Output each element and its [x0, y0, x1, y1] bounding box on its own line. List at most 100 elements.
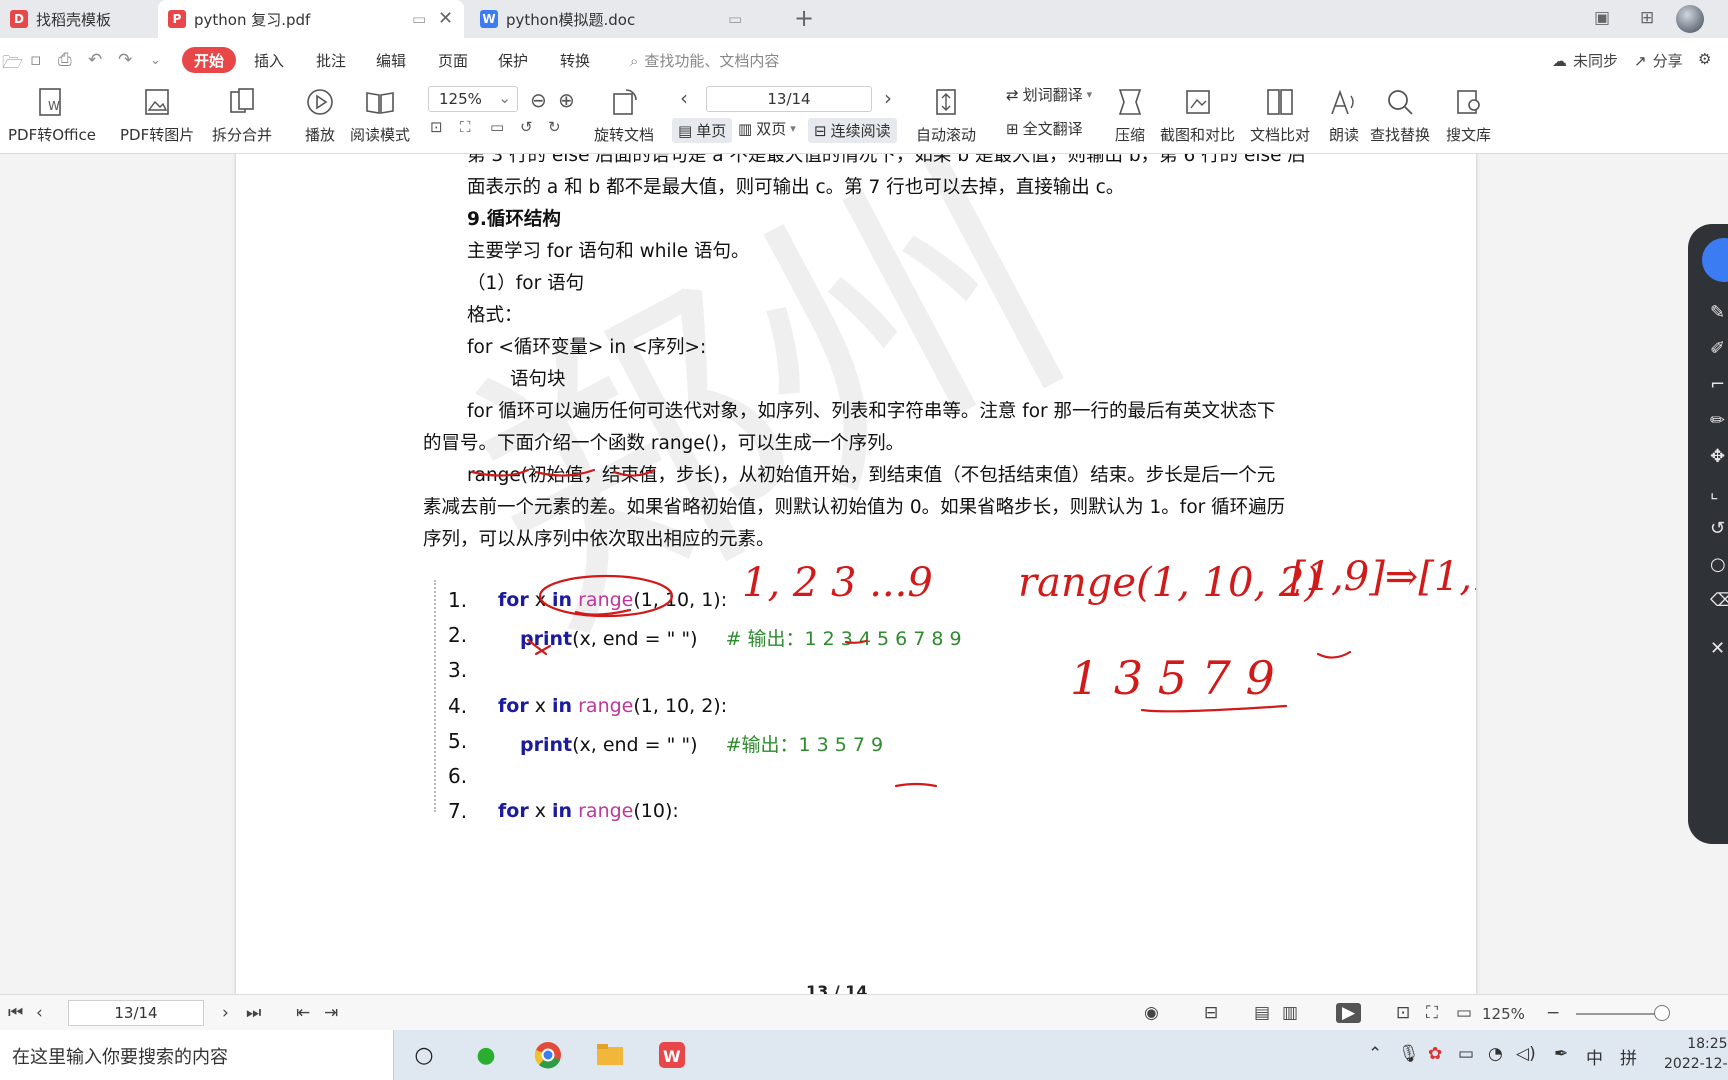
file-explorer-icon[interactable] — [592, 1038, 628, 1072]
double-page-button[interactable]: ▥ 双页 ▾ — [738, 118, 796, 139]
ime-mode[interactable]: 拼 — [1620, 1044, 1637, 1069]
fit-width-icon[interactable]: ▭ — [1456, 1003, 1472, 1023]
wps-icon[interactable]: W — [654, 1038, 690, 1072]
page-input[interactable]: 13/14 — [706, 86, 872, 112]
play-button[interactable]: 播放 — [302, 84, 338, 145]
pen-icon[interactable]: ✐ — [1710, 338, 1725, 359]
open-icon[interactable]: 🗁 — [2, 50, 23, 79]
actual-size-icon[interactable]: ⊡ — [430, 118, 443, 136]
print-icon[interactable]: ⎙ — [58, 50, 72, 70]
avatar[interactable] — [1676, 5, 1704, 33]
zoom-level[interactable]: 125% — [1482, 1005, 1525, 1023]
last-page-icon[interactable]: ⏭ — [246, 1003, 261, 1023]
circle-icon[interactable]: ○ — [1710, 554, 1726, 575]
status-page-input[interactable]: 13/14 — [68, 1000, 204, 1026]
tab-python-pdf[interactable]: P python 复习.pdf ▭ ✕ — [158, 0, 464, 38]
pdf-to-image-button[interactable]: PDF转图片 — [120, 84, 194, 145]
prev-page-icon[interactable]: ‹ — [680, 86, 688, 110]
single-page-button[interactable]: ▤ 单页 — [672, 118, 733, 143]
layout-icon[interactable]: ▣ — [1594, 8, 1610, 28]
menu-convert[interactable]: 转换 — [560, 50, 590, 71]
single-page-icon[interactable]: ▤ — [1254, 1003, 1270, 1023]
crop-icon[interactable]: ⌐ — [1710, 374, 1725, 395]
move-icon[interactable]: ✥ — [1710, 446, 1725, 467]
pen-tray-icon[interactable]: ✒ — [1554, 1044, 1568, 1064]
zoom-in-icon[interactable]: ⊕ — [558, 88, 575, 112]
highlight-icon[interactable]: ✏ — [1710, 410, 1725, 431]
battery-icon[interactable]: ▭ — [1458, 1044, 1474, 1064]
split-merge-button[interactable]: 拆分合并 — [212, 84, 272, 145]
collapse-button[interactable] — [1702, 238, 1728, 282]
eye-icon[interactable]: ◉ — [1144, 1003, 1159, 1023]
task-view-icon[interactable]: ○ — [406, 1038, 442, 1072]
actual-size-icon[interactable]: ⊡ — [1396, 1003, 1410, 1023]
zoom-select[interactable]: 125% ⌄ — [428, 86, 518, 112]
microphone-icon[interactable]: 🎙 — [1398, 1044, 1420, 1064]
menu-start[interactable]: 开始 — [182, 47, 236, 73]
save-icon[interactable]: ▫ — [30, 50, 42, 70]
find-replace-button[interactable]: 查找替换 — [1370, 84, 1430, 145]
window-icon[interactable]: ▭ — [412, 10, 426, 28]
redo-icon[interactable]: ↷ — [118, 50, 132, 70]
word-translate-button[interactable]: ⇄ 划词翻译 ▾ — [1006, 84, 1092, 105]
chevron-up-icon[interactable]: ⌃ — [1368, 1044, 1382, 1064]
zoom-out-icon[interactable]: ⊖ — [530, 88, 547, 112]
tab-template[interactable]: D 找稻壳模板 — [0, 0, 154, 38]
undo-icon[interactable]: ↺ — [1710, 518, 1725, 539]
double-page-icon[interactable]: ▥ — [1282, 1003, 1298, 1023]
menu-comment[interactable]: 批注 — [316, 50, 346, 71]
rotate-left-icon[interactable]: ↺ — [520, 118, 533, 136]
select-icon[interactable]: ⌞ — [1710, 482, 1718, 503]
fit-page-icon[interactable]: ⛶ — [1426, 1003, 1438, 1023]
forward-icon[interactable]: ⇥ — [324, 1003, 338, 1023]
close-tab-icon[interactable]: ✕ — [438, 8, 453, 29]
compress-button[interactable]: 压缩 — [1112, 84, 1148, 145]
doc-library-button[interactable]: 搜文库 — [1446, 84, 1491, 145]
zoom-slider[interactable] — [1576, 1013, 1666, 1015]
rotate-doc-button[interactable]: 旋转文档 — [594, 84, 654, 145]
doc-compare-button[interactable]: 文档比对 — [1250, 84, 1310, 145]
app-tray-icon[interactable]: ✿ — [1428, 1044, 1442, 1064]
continuous-read-button[interactable]: ⊟ 连续阅读 — [808, 118, 897, 143]
wechat-icon[interactable]: ● — [468, 1038, 504, 1072]
os-search-input[interactable]: 在这里输入你要搜索的内容 — [0, 1030, 394, 1080]
menu-page[interactable]: 页面 — [438, 50, 468, 71]
settings-icon[interactable]: ⚙ — [1698, 50, 1711, 68]
ime-language[interactable]: 中 — [1586, 1044, 1603, 1069]
new-tab-icon[interactable]: + — [794, 4, 814, 32]
next-page-icon[interactable]: › — [222, 1003, 229, 1023]
grid-icon[interactable]: ⊞ — [1640, 8, 1654, 28]
chrome-icon[interactable] — [530, 1038, 566, 1072]
zoom-slider-knob[interactable] — [1654, 1005, 1670, 1021]
clock[interactable]: 18:25 2022-12- — [1664, 1034, 1728, 1074]
pdf-to-office-button[interactable]: W PDF转Office — [8, 84, 96, 145]
first-page-icon[interactable]: ⏮ — [8, 1003, 23, 1023]
trash-icon[interactable]: ⌫ — [1710, 590, 1728, 611]
full-translate-button[interactable]: ⊞ 全文翻译 — [1006, 118, 1083, 139]
menu-protect[interactable]: 保护 — [498, 50, 528, 71]
play-icon[interactable]: ▶ — [1336, 1003, 1362, 1023]
continuous-icon[interactable]: ⊟ — [1204, 1003, 1218, 1023]
share-button[interactable]: ↗ 分享 — [1634, 50, 1683, 71]
auto-scroll-button[interactable]: 自动滚动 — [916, 84, 976, 145]
chevron-down-icon[interactable]: ⌄ — [150, 53, 161, 68]
rotate-right-icon[interactable]: ↻ — [548, 118, 561, 136]
tab-python-doc[interactable]: W python模拟题.doc ▭ — [470, 0, 782, 38]
next-page-icon[interactable]: › — [884, 86, 892, 110]
capture-compare-button[interactable]: 截图和对比 — [1160, 84, 1235, 145]
edit-icon[interactable]: ✎ — [1710, 302, 1725, 323]
zoom-out-icon[interactable]: − — [1546, 1003, 1560, 1023]
close-icon[interactable]: ✕ — [1710, 638, 1725, 659]
back-icon[interactable]: ⇤ — [296, 1003, 310, 1023]
window-icon[interactable]: ▭ — [728, 10, 742, 28]
menu-insert[interactable]: 插入 — [254, 50, 284, 71]
menu-edit[interactable]: 编辑 — [376, 50, 406, 71]
sync-status[interactable]: ☁ 未同步 — [1552, 50, 1618, 71]
undo-icon[interactable]: ↶ — [88, 50, 102, 70]
prev-page-icon[interactable]: ‹ — [36, 1003, 43, 1023]
wifi-icon[interactable]: ◔ — [1488, 1044, 1503, 1064]
function-search[interactable]: ⌕ 查找功能、文档内容 — [630, 50, 779, 71]
fit-page-icon[interactable]: ⛶ — [460, 118, 471, 136]
read-mode-button[interactable]: 阅读模式 — [350, 84, 410, 145]
fit-width-icon[interactable]: ▭ — [490, 118, 504, 136]
